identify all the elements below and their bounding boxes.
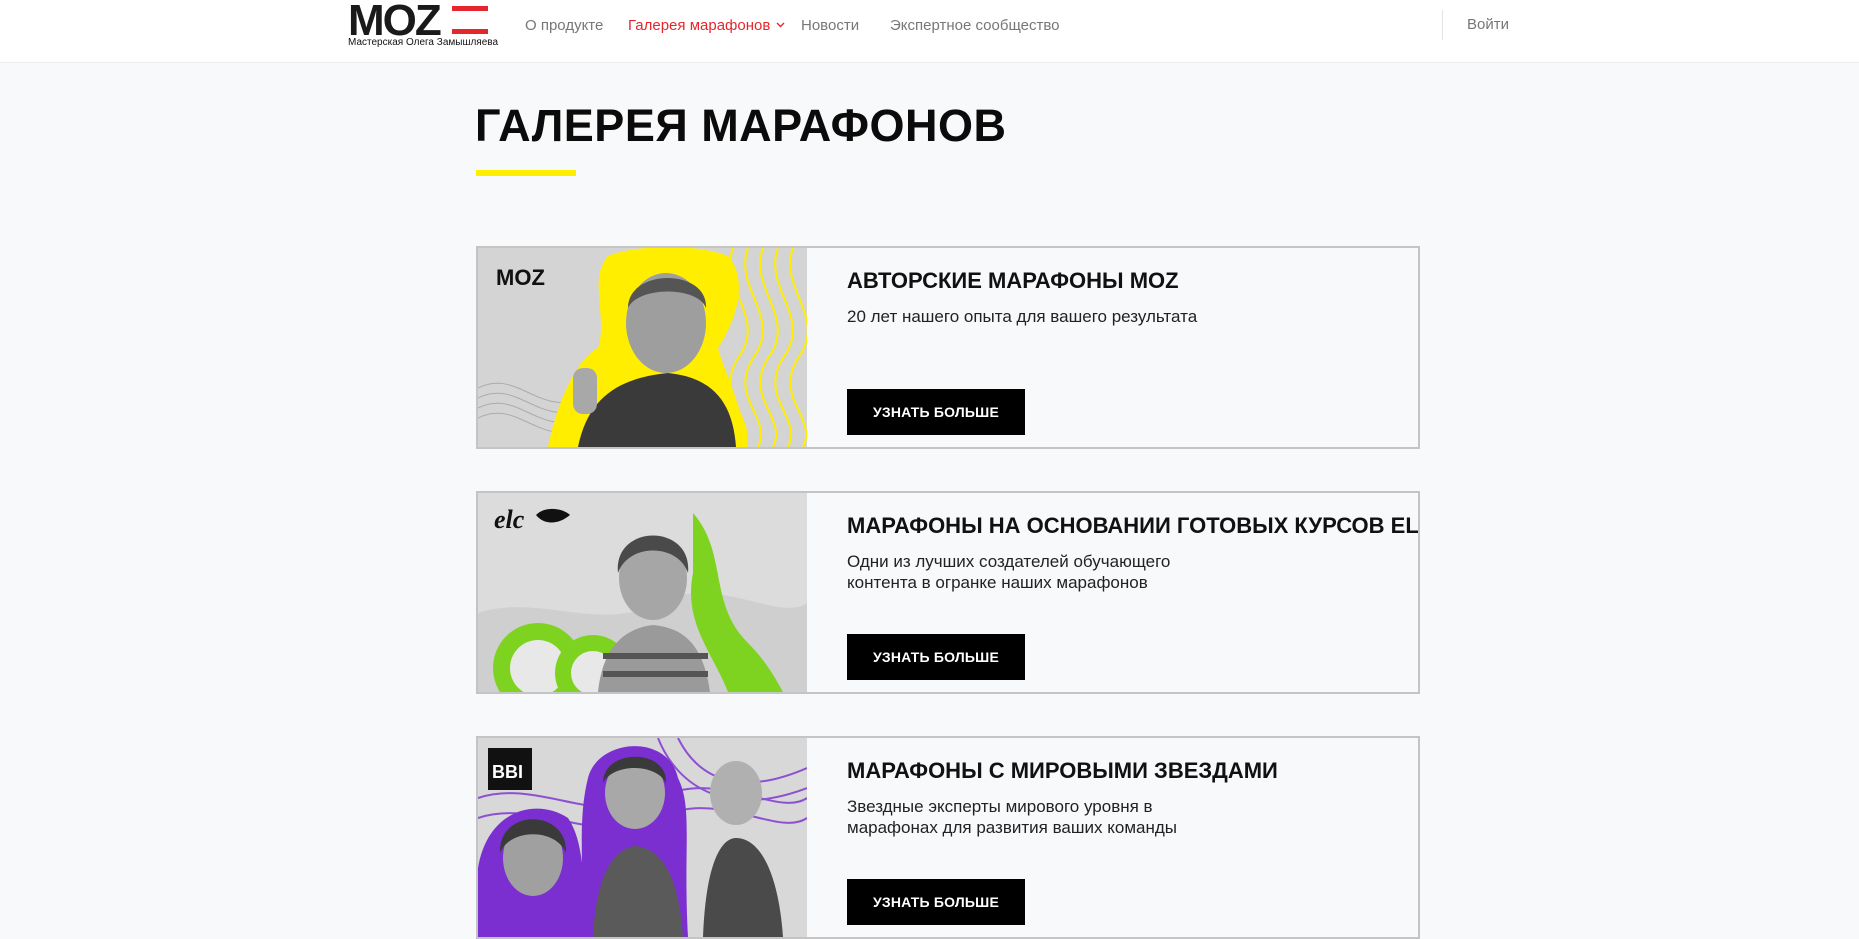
title-underline [476,170,576,176]
card-description: Одни из лучших создателей обучающего кон… [847,552,1171,592]
marathon-card-elc[interactable]: elc МАРАФОНЫ НА ОСНОВАНИИ ГОТОВЫХ КУРСОВ… [476,491,1420,694]
nav-link-community[interactable]: Экспертное сообщество [890,17,1059,34]
card-image-badge: BBI [492,762,523,782]
logo-subtitle: Мастерская Олега Замышляева [348,37,499,48]
card-image-moz: MOZ [478,248,807,447]
card-image-elc: elc [478,493,807,692]
card-title: МАРАФОНЫ НА ОСНОВАНИИ ГОТОВЫХ КУРСОВ ELC [847,513,1420,538]
site-header: MOZ Мастерская Олега Замышляева О продук… [0,0,1859,63]
card-image-bbi: BBI [478,738,807,937]
card-description: Звездные эксперты мирового уровня в мара… [847,797,1177,837]
card-image-badge: MOZ [496,265,545,290]
card-title: МАРАФОНЫ С МИРОВЫМИ ЗВЕЗДАМИ [847,758,1278,783]
nav-item-gallery[interactable]: Галерея марафонов [628,0,785,50]
card-title: АВТОРСКИЕ МАРАФОНЫ MOZ [847,268,1179,293]
nav-link-gallery[interactable]: Галерея марафонов [628,17,770,34]
card-description: 20 лет нашего опыта для вашего результат… [847,307,1198,326]
card-image-badge: elc [494,505,525,534]
chevron-down-icon[interactable] [776,22,785,28]
learn-more-button[interactable]: УЗНАТЬ БОЛЬШЕ [847,634,1025,680]
marathon-card-bbi[interactable]: BBI МАРАФОНЫ С МИРОВЫМИ ЗВЕЗДАМИ Звездны… [476,736,1420,939]
page-title: ГАЛЕРЕЯ МАРАФОНОВ [475,100,1007,151]
header-divider [1442,10,1443,40]
nav-item-community[interactable]: Экспертное сообщество [890,0,1059,50]
nav-link-product[interactable]: О продукте [525,17,603,34]
nav-item-product[interactable]: О продукте [525,0,603,50]
learn-more-button[interactable]: УЗНАТЬ БОЛЬШЕ [847,389,1025,435]
nav-item-news[interactable]: Новости [801,0,859,50]
marathon-card-moz[interactable]: MOZ АВТОРСКИЕ МАРАФОНЫ MOZ 20 лет нашего… [476,246,1420,449]
moz-logo-mark: MOZ [348,2,488,38]
site-logo[interactable]: MOZ Мастерская Олега Замышляева [348,2,498,50]
learn-more-button[interactable]: УЗНАТЬ БОЛЬШЕ [847,879,1025,925]
login-link[interactable]: Войти [1467,0,1509,50]
logo-text: MOZ [348,2,441,38]
nav-link-news[interactable]: Новости [801,17,859,34]
